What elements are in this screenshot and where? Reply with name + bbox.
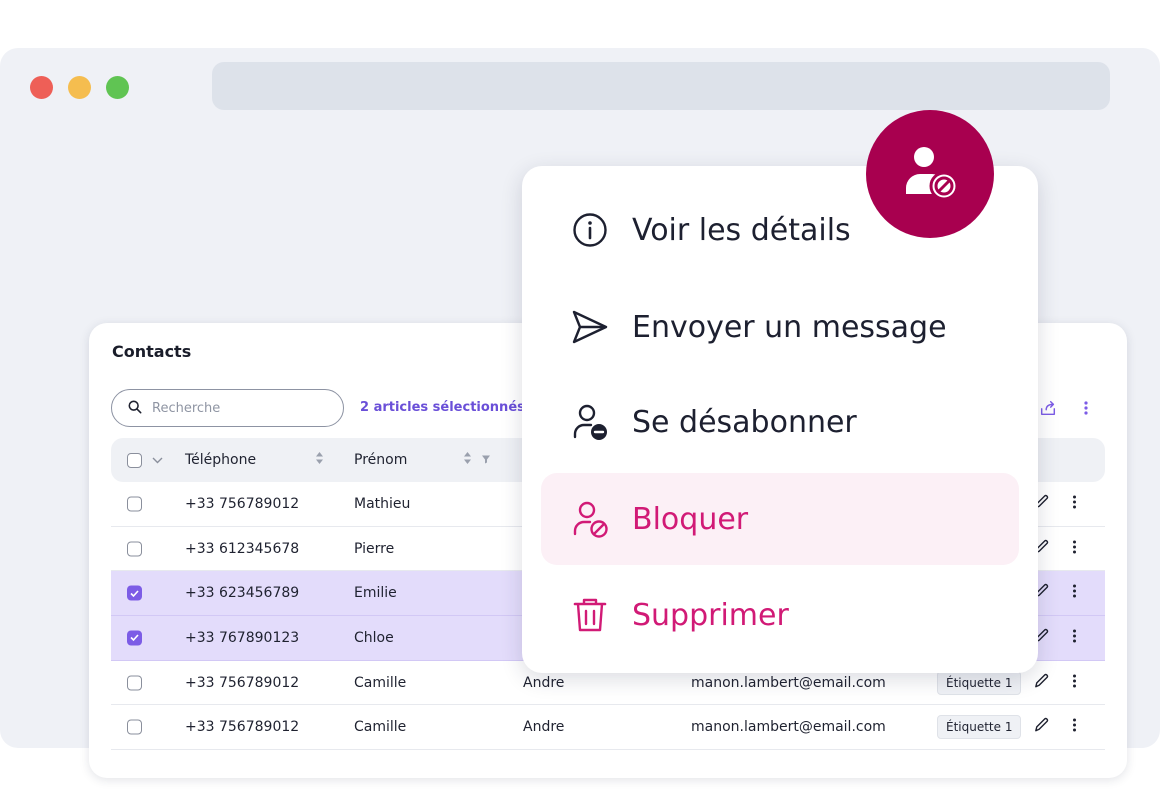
table-row[interactable]: +33 756789012 Camille Andre manon.lamber… (111, 705, 1105, 751)
menu-item-label: Se désabonner (632, 404, 857, 440)
row-checkbox-cell[interactable] (127, 675, 142, 691)
menu-item-label: Envoyer un message (632, 309, 947, 345)
window-close-dot[interactable] (30, 76, 53, 99)
row-checkbox[interactable] (127, 630, 142, 646)
search-icon (128, 399, 142, 418)
tag-badge: Étiquette 1 (937, 715, 1022, 740)
send-icon (571, 308, 609, 346)
row-checkbox-cell[interactable] (127, 585, 142, 601)
selection-count: 2 articles sélectionnés (360, 400, 525, 415)
row-checkbox[interactable] (127, 585, 142, 601)
menu-item-label: Voir les détails (632, 212, 851, 248)
last-name-cell: Andre (523, 719, 565, 736)
sort-icon[interactable] (463, 451, 472, 469)
more-options-icon[interactable] (1075, 397, 1097, 419)
column-header-phone[interactable]: Téléphone (185, 452, 256, 468)
user-minus-icon (571, 403, 609, 441)
row-checkbox-cell[interactable] (127, 630, 142, 646)
first-name-cell: Chloe (354, 629, 394, 646)
phone-cell: +33 767890123 (185, 629, 300, 646)
search-input[interactable] (152, 400, 322, 416)
edit-icon[interactable] (1033, 672, 1050, 693)
row-more-icon[interactable] (1072, 494, 1077, 513)
info-icon (571, 211, 609, 249)
last-name-cell: Andre (523, 674, 565, 691)
user-block-icon (571, 500, 609, 538)
row-checkbox[interactable] (127, 719, 142, 735)
trash-icon (571, 596, 609, 634)
row-more-icon[interactable] (1072, 584, 1077, 603)
tag-badge: Étiquette 1 (937, 670, 1022, 695)
email-cell: manon.lambert@email.com (691, 674, 886, 691)
menu-item-label: Bloquer (632, 501, 749, 537)
share-icon[interactable] (1037, 397, 1059, 419)
row-more-icon[interactable] (1072, 718, 1077, 737)
context-menu: Voir les détails Envoyer un message Se d… (522, 166, 1038, 673)
search-box[interactable] (111, 389, 344, 427)
tag-cell: Étiquette 1 (937, 670, 1022, 695)
menu-item-unsubscribe[interactable]: Se désabonner (541, 376, 1019, 468)
row-checkbox[interactable] (127, 541, 142, 557)
first-name-cell: Mathieu (354, 495, 411, 512)
row-checkbox[interactable] (127, 675, 142, 691)
phone-cell: +33 756789012 (185, 719, 300, 736)
page-title: Contacts (112, 342, 192, 361)
address-bar[interactable] (212, 62, 1110, 110)
sort-icon[interactable] (315, 451, 324, 469)
row-checkbox-cell[interactable] (127, 496, 142, 512)
edit-icon[interactable] (1033, 717, 1050, 738)
window-minimize-dot[interactable] (68, 76, 91, 99)
select-all-checkbox[interactable] (127, 452, 142, 468)
menu-item-block[interactable]: Bloquer (541, 473, 1019, 565)
user-block-icon (898, 140, 962, 208)
filter-icon[interactable] (481, 452, 491, 468)
row-checkbox-cell[interactable] (127, 541, 142, 557)
tag-cell: Étiquette 1 (937, 715, 1022, 740)
first-name-cell: Pierre (354, 540, 395, 557)
row-more-icon[interactable] (1072, 628, 1077, 647)
window-maximize-dot[interactable] (106, 76, 129, 99)
email-cell: manon.lambert@email.com (691, 719, 886, 736)
phone-cell: +33 756789012 (185, 674, 300, 691)
row-checkbox[interactable] (127, 496, 142, 512)
chevron-down-icon[interactable] (152, 452, 163, 468)
block-user-badge (866, 110, 994, 238)
row-more-icon[interactable] (1072, 539, 1077, 558)
row-more-icon[interactable] (1072, 673, 1077, 692)
phone-cell: +33 623456789 (185, 585, 300, 602)
phone-cell: +33 756789012 (185, 495, 300, 512)
first-name-cell: Emilie (354, 585, 397, 602)
row-checkbox-cell[interactable] (127, 719, 142, 735)
first-name-cell: Camille (354, 674, 407, 691)
column-header-first-name[interactable]: Prénom (354, 452, 407, 468)
menu-item-label: Supprimer (632, 597, 789, 633)
first-name-cell: Camille (354, 719, 407, 736)
phone-cell: +33 612345678 (185, 540, 300, 557)
menu-item-delete[interactable]: Supprimer (541, 569, 1019, 661)
menu-item-send-message[interactable]: Envoyer un message (541, 281, 1019, 373)
select-all[interactable] (127, 452, 163, 468)
